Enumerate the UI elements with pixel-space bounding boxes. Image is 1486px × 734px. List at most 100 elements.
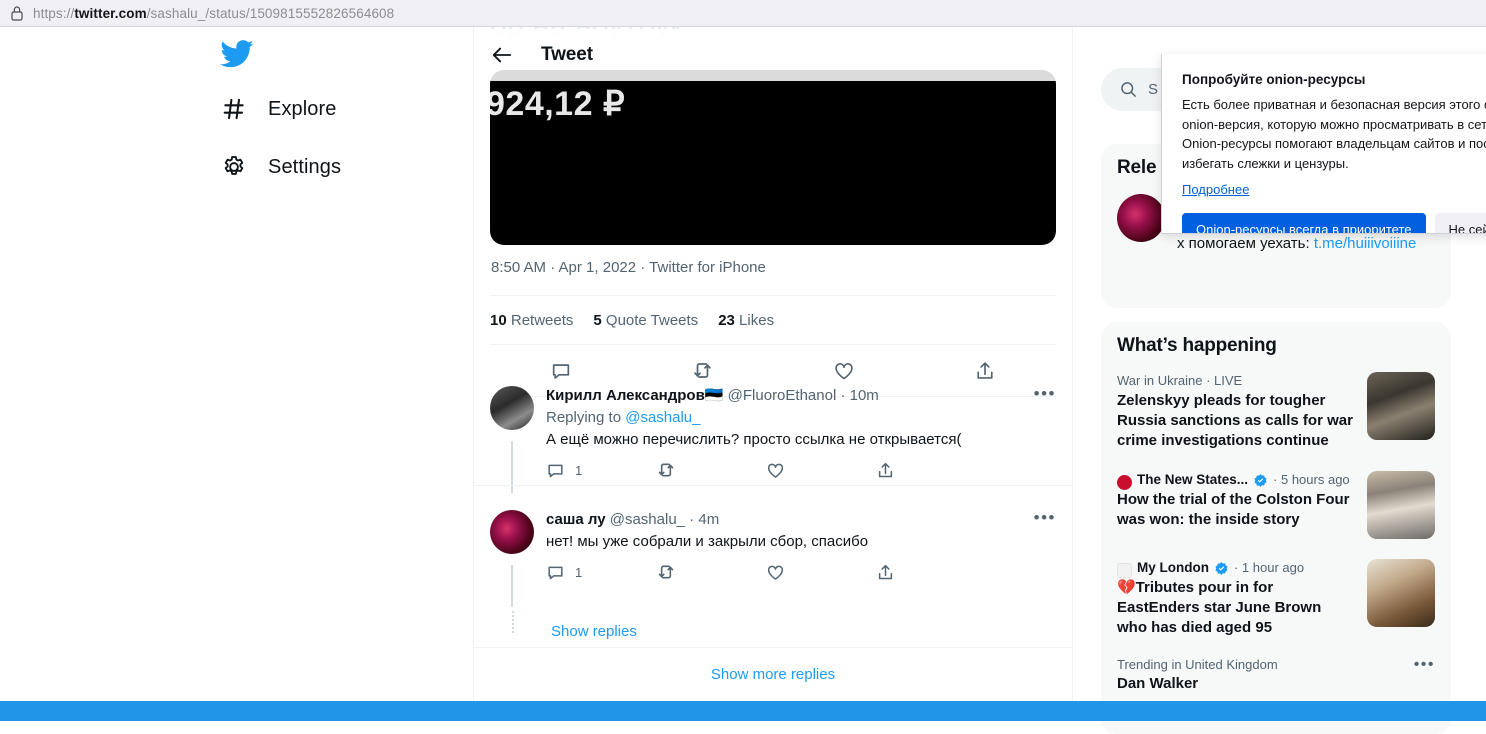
reply-action-bar: 1 [546, 562, 986, 582]
retweet-button[interactable] [656, 460, 766, 480]
verified-badge-icon [1254, 473, 1267, 487]
prioritize-onion-button[interactable]: Onion-ресурсы всегда в приоритете [1182, 213, 1426, 233]
learn-more-link[interactable]: Подробнее [1182, 182, 1249, 197]
gear-icon [219, 152, 249, 182]
stat-quotes-label: Quote Tweets [605, 311, 699, 329]
avatar[interactable] [490, 510, 534, 554]
whats-happening-title: What’s happening [1117, 335, 1277, 356]
stat-likes-count: 23 [718, 311, 735, 329]
search-placeholder: S [1148, 81, 1159, 98]
stat-likes[interactable]: 23 Likes [718, 312, 774, 329]
stat-retweets[interactable]: 10 Retweets [490, 312, 573, 329]
sidebar-item-settings[interactable]: Settings [215, 142, 473, 192]
trend-meta: The New States... · 5 hours ago [1117, 471, 1355, 490]
reply-button[interactable]: 1 [546, 460, 656, 480]
trend-item-simple[interactable]: ••• Trending in United Kingdom Dan Walke… [1101, 648, 1451, 694]
trend-item[interactable]: War in Ukraine · LIVE Zelenskyy pleads f… [1101, 362, 1451, 461]
trend-item[interactable]: My London · 1 hour ago 💔Tributes pour in… [1101, 549, 1451, 648]
trend-meta-text: · 5 hours ago [1273, 472, 1350, 487]
reply-icon [548, 566, 563, 579]
reply-author: Кирилл Александров🇪🇪 @FluoroEthanol · 10… [546, 387, 879, 404]
like-icon [767, 565, 784, 580]
whats-happening-card: What’s happening War in Ukraine · LIVE Z… [1101, 322, 1451, 734]
retweet-button[interactable] [656, 562, 766, 582]
lock-icon [11, 6, 23, 21]
bio-line2-prefix: х помогаем уехать: [1177, 235, 1314, 252]
mylondon-logo [1117, 562, 1132, 578]
reply-author-handle: @sashalu_ [609, 511, 686, 528]
reply-time: 4m [698, 511, 720, 528]
trend-thumbnail [1367, 471, 1435, 539]
stat-retweets-count: 10 [490, 311, 507, 329]
sidebar-item-label: Settings [268, 155, 342, 178]
stat-quotes[interactable]: 5 Quote Tweets [593, 312, 698, 329]
like-button[interactable] [766, 460, 876, 480]
sidebar-item-label: Explore [268, 97, 337, 120]
popup-title: Попробуйте onion-ресурсы [1182, 72, 1366, 87]
trend-source: My London [1137, 560, 1209, 575]
trend-category: Trending in United Kingdom [1117, 657, 1278, 672]
twitter-bird-logo[interactable] [220, 37, 254, 71]
popup-body-line4: избегать слежки и цензуры. [1182, 155, 1349, 171]
more-options-icon[interactable]: ••• [1034, 508, 1056, 528]
trend-headline: 💔Tributes pour in for EastEnders star Ju… [1117, 579, 1322, 636]
reply-author: саша лу @sashalu_ · 4m [546, 511, 720, 528]
main-tweet-column: ор на ноутбук Tweet 924,12 ₽ 8:50 AM · A… [473, 27, 1073, 701]
verified-badge-icon [1215, 561, 1228, 575]
reply-text: А ещё можно перечислить? просто ссылка н… [546, 431, 962, 448]
like-button[interactable] [766, 562, 876, 582]
browser-url-bar[interactable]: https://twitter.com/sashalu_/status/1509… [0, 0, 1486, 27]
sidebar-item-explore[interactable]: Explore [215, 84, 473, 134]
popup-body-line3: Onion-ресурсы помогают владельцам сайтов… [1182, 136, 1486, 151]
relevant-person-bio-line2: х помогаем уехать: t.me/huiiivoiiine [1177, 234, 1435, 254]
like-icon [767, 463, 784, 478]
not-now-button[interactable]: Не сейчас [1434, 213, 1486, 233]
tweet-header-bar: Tweet [474, 29, 1072, 81]
trend-headline: How the trial of the Colston Four was wo… [1117, 491, 1350, 528]
back-arrow-icon[interactable] [491, 44, 513, 66]
stat-retweets-label: Retweets [510, 311, 574, 329]
trend-meta: War in Ukraine · LIVE [1117, 372, 1355, 390]
trend-meta: My London · 1 hour ago [1117, 559, 1355, 578]
avatar[interactable] [490, 386, 534, 430]
divider [474, 485, 1072, 486]
show-replies-link[interactable]: Show replies [551, 623, 637, 640]
replying-to-handle[interactable]: @sashalu_ [625, 409, 700, 426]
stat-likes-label: Likes [739, 311, 775, 329]
more-options-icon[interactable]: ••• [1414, 656, 1435, 674]
bio-link[interactable]: t.me/huiiivoiiine [1314, 235, 1417, 252]
retweet-icon [658, 463, 674, 477]
page-body: Explore Settings ор на ноутбук Tweet [0, 27, 1486, 734]
thread-line [511, 565, 513, 607]
tweet-media[interactable]: 924,12 ₽ [490, 70, 1056, 245]
reply-count: 1 [575, 462, 583, 478]
thread-line-dotted [512, 611, 514, 633]
url-prefix: https:// [33, 5, 75, 21]
trend-thumbnail [1367, 559, 1435, 627]
popup-buttons: Onion-ресурсы всегда в приоритете Не сей… [1182, 213, 1486, 233]
reply-item: ••• саша лу @sashalu_ · 4m нет! мы уже с… [474, 499, 1072, 640]
reply-author-name: саша лу [546, 511, 606, 528]
trend-meta-text: War in Ukraine · LIVE [1117, 373, 1243, 388]
avatar[interactable] [1117, 194, 1165, 242]
newstatesman-logo [1117, 474, 1132, 490]
trend-meta-text: · 1 hour ago [1233, 560, 1305, 575]
share-button[interactable] [876, 460, 986, 480]
trend-thumbnail [1367, 372, 1435, 440]
more-options-icon[interactable]: ••• [1034, 384, 1056, 404]
left-sidebar: Explore Settings [0, 27, 473, 701]
trend-headline: Zelenskyy pleads for tougher Russia sanc… [1117, 392, 1353, 449]
hashtag-icon [219, 94, 249, 124]
tweet-timestamp: 8:50 AM · Apr 1, 2022 · Twitter for iPho… [491, 259, 766, 276]
show-more-replies-button[interactable]: Show more replies [474, 648, 1072, 701]
share-icon [878, 462, 893, 477]
reply-item: ••• Кирилл Александров🇪🇪 @FluoroEthanol … [474, 375, 1072, 493]
media-overlay-text: 924,12 ₽ [490, 85, 626, 123]
onion-suggestion-popup: Попробуйте onion-ресурсы Есть более прив… [1161, 54, 1486, 234]
reply-button[interactable]: 1 [546, 562, 656, 582]
trend-item[interactable]: The New States... · 5 hours ago How the … [1101, 461, 1451, 549]
share-button[interactable] [876, 562, 986, 582]
share-icon [878, 564, 893, 579]
reply-author-handle: @FluoroEthanol [727, 387, 837, 404]
url-path: /sashalu_/status/1509815552826564608 [146, 5, 395, 21]
